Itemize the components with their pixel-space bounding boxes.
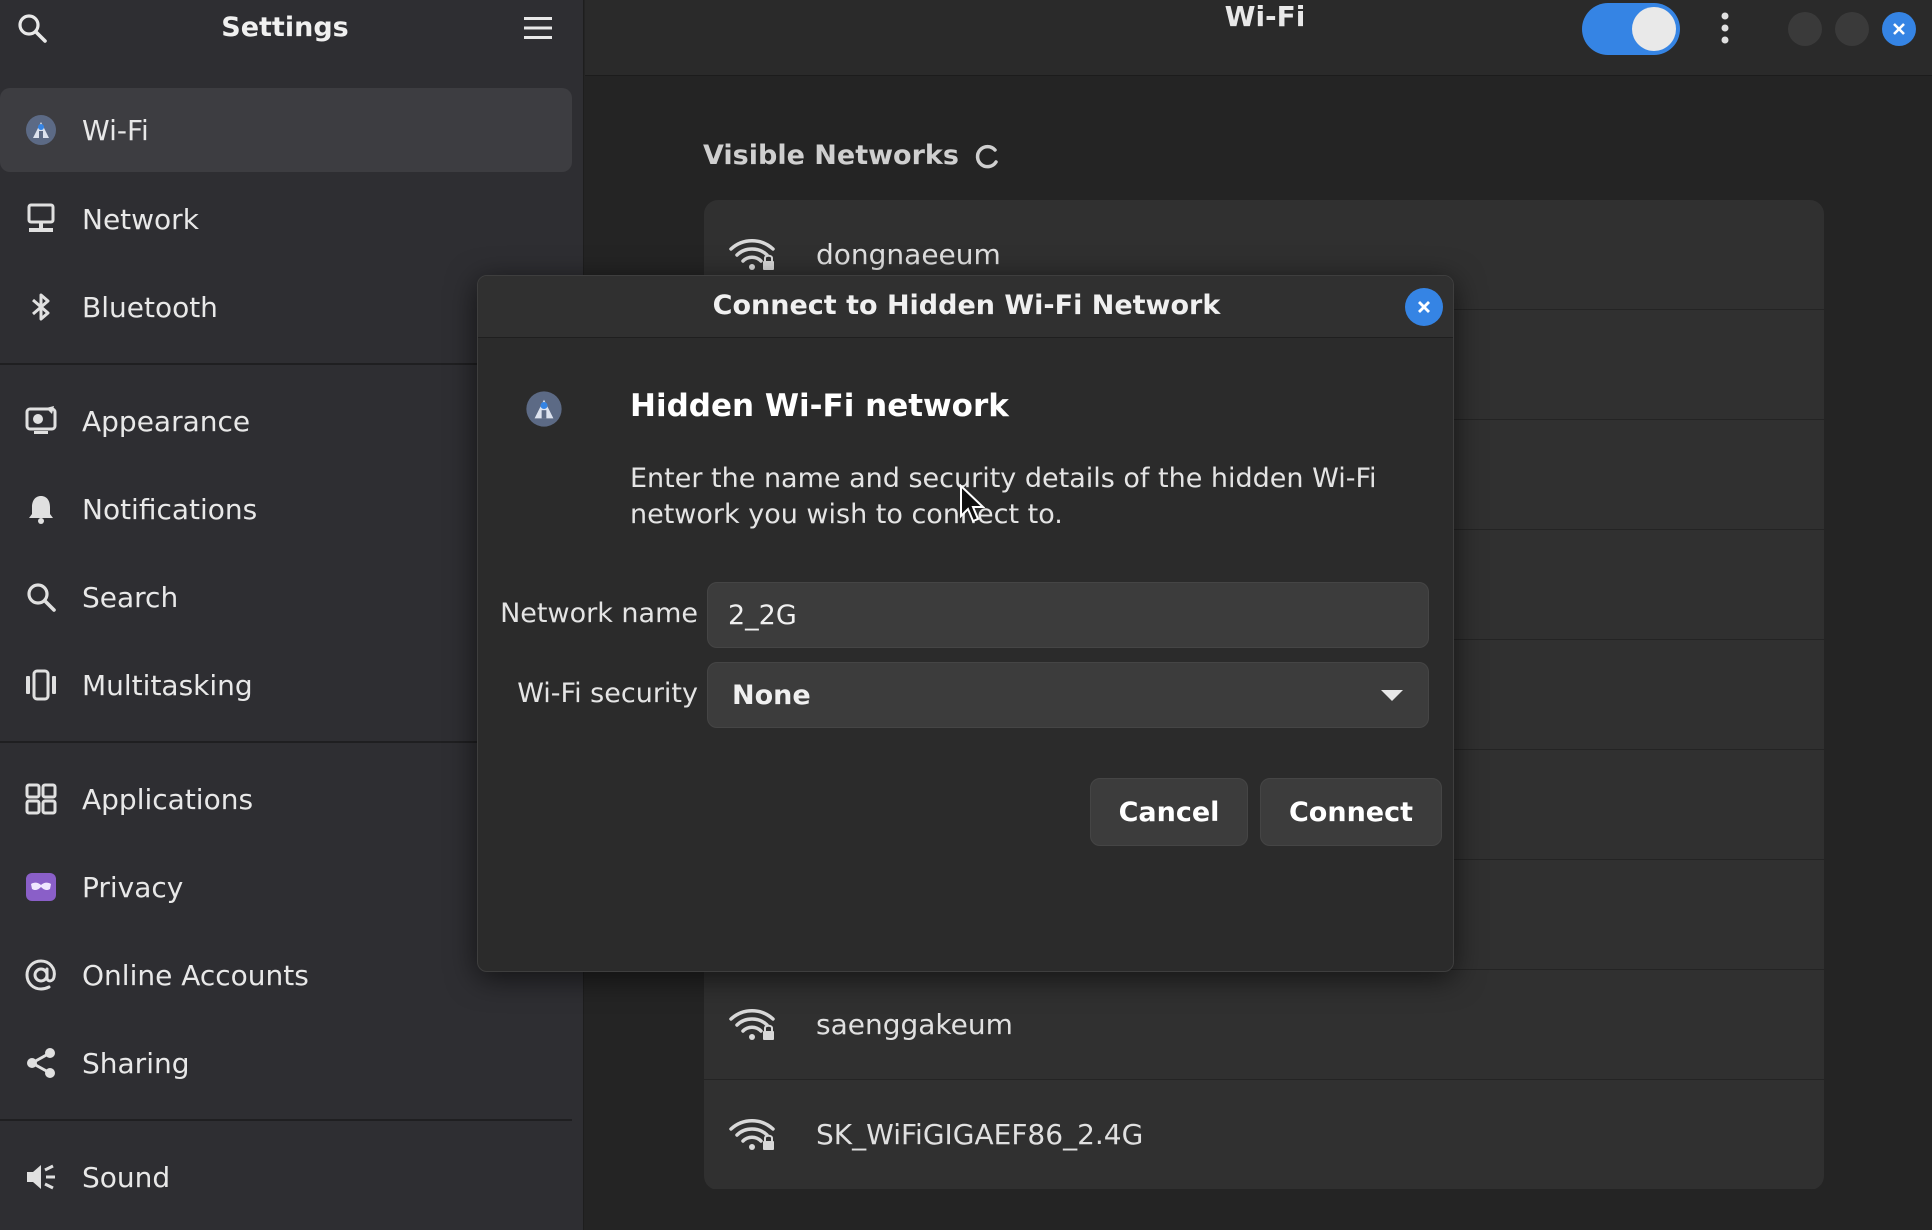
bluetooth-icon xyxy=(24,290,58,324)
search-icon xyxy=(24,580,58,614)
dialog-title: Connect to Hidden Wi-Fi Network xyxy=(712,290,1221,321)
sidebar-item-label: Notifications xyxy=(82,492,258,526)
grid-icon xyxy=(24,782,58,816)
sidebar-item-label: Privacy xyxy=(82,870,184,904)
close-icon xyxy=(1891,21,1907,37)
hamburger-icon xyxy=(523,15,553,41)
sidebar-item-label: Wi-Fi xyxy=(82,113,149,147)
main-header: Wi-Fi xyxy=(585,0,1932,76)
cancel-button[interactable]: Cancel xyxy=(1090,778,1248,846)
privacy-icon xyxy=(24,870,58,904)
more-options-button[interactable] xyxy=(1713,8,1737,48)
spinner-icon xyxy=(973,142,1001,170)
sidebar-header: Settings xyxy=(0,0,583,62)
sidebar-item-sharing[interactable]: Sharing xyxy=(0,1021,572,1105)
wifi-security-label: Wi-Fi security xyxy=(517,678,698,709)
network-row[interactable]: saenggakeum xyxy=(704,970,1824,1080)
minimize-button[interactable] xyxy=(1788,12,1822,46)
toggle-knob xyxy=(1632,7,1676,51)
wifi-network-icon xyxy=(524,389,564,429)
network-name-label: Network name xyxy=(500,598,698,629)
wifi-secure-icon xyxy=(728,1118,776,1152)
network-name: saenggakeum xyxy=(816,1008,1013,1041)
sidebar-item-wifi[interactable]: Wi-Fi xyxy=(0,88,572,172)
hidden-wifi-dialog: Connect to Hidden Wi-Fi Network Hidden W… xyxy=(477,275,1454,972)
network-name-input[interactable] xyxy=(707,582,1429,648)
speaker-icon xyxy=(24,1160,58,1194)
wifi-icon xyxy=(24,113,58,147)
close-window-button[interactable] xyxy=(1882,12,1916,46)
maximize-button[interactable] xyxy=(1835,12,1869,46)
sidebar-item-label: Network xyxy=(82,202,199,236)
network-name: dongnaeeum xyxy=(816,238,1001,271)
close-icon xyxy=(1416,299,1432,315)
sidebar-item-network[interactable]: Network xyxy=(0,177,572,261)
dialog-titlebar: Connect to Hidden Wi-Fi Network xyxy=(478,276,1453,338)
dialog-description: Enter the name and security details of t… xyxy=(630,463,1377,530)
sidebar-separator xyxy=(0,1119,572,1121)
sidebar-item-label: Online Accounts xyxy=(82,958,309,992)
wifi-security-dropdown[interactable]: None xyxy=(707,662,1429,728)
sidebar-item-label: Applications xyxy=(82,782,254,816)
sidebar-item-label: Sharing xyxy=(82,1046,190,1080)
network-icon xyxy=(24,202,58,236)
wifi-secure-icon xyxy=(728,238,776,272)
sidebar-title: Settings xyxy=(221,12,349,43)
network-name: SK_WiFiGIGAEF86_2.4G xyxy=(816,1118,1144,1151)
connect-button[interactable]: Connect xyxy=(1260,778,1442,846)
wifi-secure-icon xyxy=(728,1008,776,1042)
dialog-close-button[interactable] xyxy=(1405,288,1443,326)
at-icon xyxy=(24,958,58,992)
sidebar-item-label: Bluetooth xyxy=(82,290,218,324)
dialog-heading: Hidden Wi-Fi network xyxy=(630,388,1009,424)
bell-icon xyxy=(24,492,58,526)
main-menu-button[interactable] xyxy=(518,8,558,48)
mouse-cursor-icon xyxy=(959,484,985,524)
sidebar-item-label: Sound xyxy=(82,1160,171,1194)
visible-networks-label: Visible Networks xyxy=(703,140,959,171)
sidebar-item-label: Search xyxy=(82,580,179,614)
wifi-security-value: None xyxy=(732,679,811,711)
network-row[interactable]: SK_WiFiGIGAEF86_2.4G xyxy=(704,1080,1824,1190)
kebab-menu-icon xyxy=(1720,11,1730,45)
chevron-down-icon xyxy=(1380,687,1404,703)
wifi-toggle[interactable] xyxy=(1582,3,1680,55)
visible-networks-header: Visible Networks xyxy=(703,140,1001,171)
share-icon xyxy=(24,1046,58,1080)
sidebar-item-sound[interactable]: Sound xyxy=(0,1135,572,1219)
appearance-icon xyxy=(24,404,58,438)
multitasking-icon xyxy=(24,668,58,702)
sidebar-item-label: Multitasking xyxy=(82,668,253,702)
sidebar-item-label: Appearance xyxy=(82,404,251,438)
